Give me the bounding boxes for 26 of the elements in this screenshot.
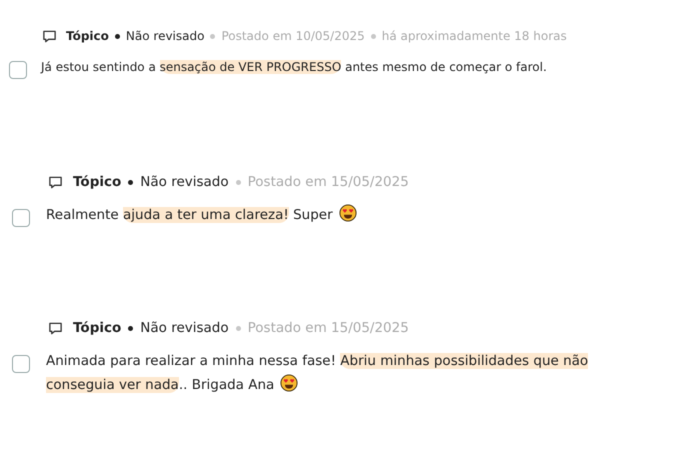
separator-dot bbox=[370, 34, 376, 38]
review-status: Não revisado bbox=[140, 320, 229, 336]
comment-text: Realmente ajuda a ter uma clareza! Super bbox=[46, 203, 646, 227]
separator-dot bbox=[114, 34, 120, 38]
comment-icon bbox=[42, 28, 57, 44]
comment-text: Animada para realizar a minha nessa fase! Abriu minhas possibilidades que não conseguia ver nada.. Brigada Ana bbox=[46, 352, 590, 395]
posted-date: Postado em 15/05/2025 bbox=[248, 320, 409, 336]
separator-dot bbox=[236, 326, 241, 330]
post-type: Tópico bbox=[66, 29, 109, 43]
comment-text: Já estou sentindo a sensação de VER PROGRESSO antes mesmo de começar o farol. bbox=[41, 59, 548, 76]
post-type: Tópico bbox=[73, 174, 122, 190]
separator-dot bbox=[210, 34, 216, 38]
post-type: Tópico bbox=[73, 320, 122, 336]
posted-date: Postado em 10/05/2025 bbox=[221, 29, 365, 43]
review-status: Não revisado bbox=[126, 29, 204, 43]
separator-dot bbox=[236, 180, 241, 184]
posted-date: Postado em 15/05/2025 bbox=[248, 174, 409, 190]
relative-time: há aproximadamente 18 horas bbox=[382, 29, 567, 43]
checkbox[interactable] bbox=[12, 355, 30, 373]
separator-dot bbox=[128, 180, 134, 184]
comment-icon bbox=[48, 320, 63, 336]
checkbox[interactable] bbox=[9, 61, 27, 79]
comment-icon bbox=[48, 174, 63, 190]
separator-dot bbox=[128, 326, 134, 330]
checkbox[interactable] bbox=[12, 209, 30, 227]
review-status: Não revisado bbox=[140, 174, 229, 190]
